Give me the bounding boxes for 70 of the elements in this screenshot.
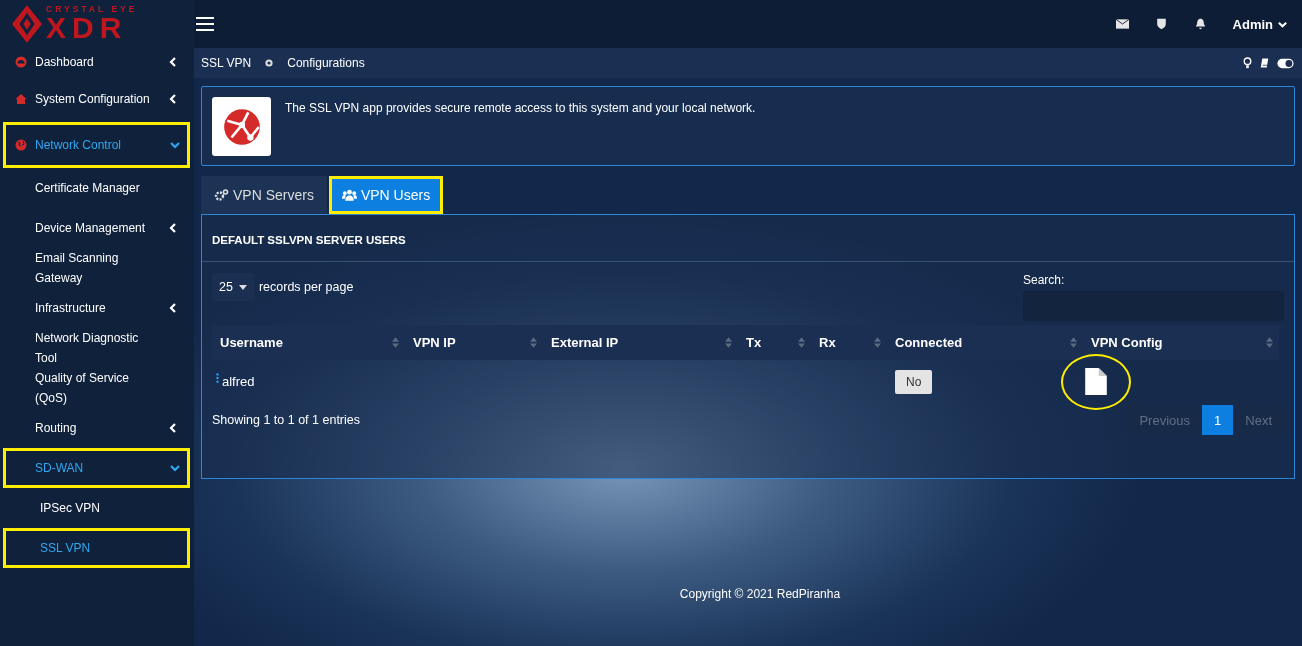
sort-icon [725,337,732,348]
sidebar-item[interactable]: Certificate Manager [3,168,190,208]
column-header[interactable]: Tx [738,325,811,360]
chevron-left-icon [167,93,179,105]
chevron-left-icon [167,422,179,434]
chevron-left-icon [167,302,179,314]
envelope-icon[interactable] [1115,18,1129,30]
page-length-label: records per page [258,280,354,294]
column-header[interactable]: External IP [543,325,738,360]
sidebar-item[interactable]: Routing [3,408,190,448]
sort-icon [530,337,537,348]
logo-icon [12,5,42,43]
sort-icon [798,337,805,348]
sidebar-item[interactable]: IPSec VPN [3,488,190,528]
sort-icon [1070,337,1077,348]
dots-icon[interactable] [216,373,219,384]
chevron-down-icon [169,462,181,474]
search-label: Search: [1023,273,1066,287]
sidebar-item[interactable]: Infrastructure [3,288,190,328]
sidebar-item[interactable]: System Configuration [3,76,190,122]
column-header[interactable]: VPN IP [405,325,543,360]
sidebar-item[interactable]: SD-WAN [3,448,190,488]
shield-icon[interactable] [1154,18,1168,30]
caret-icon [238,284,247,290]
sort-icon [874,337,881,348]
panel-title: DEFAULT SSLVPN SERVER USERS [202,215,1294,262]
column-header[interactable]: Username [212,325,405,360]
book-icon[interactable] [1260,57,1269,69]
table-cell: alfred [222,374,255,389]
bell-icon[interactable] [1193,18,1207,30]
tab[interactable]: VPN Users [328,176,444,214]
file-icon [1085,368,1107,395]
users-icon [341,189,357,201]
sort-icon [1266,337,1273,348]
breadcrumb-item: Configurations [287,56,365,70]
sidebar-item[interactable]: Network Diagnostic Tool [3,328,190,368]
copyright-text: Copyright © 2021 RedPiranha [678,587,842,601]
circle-arrow-icon [265,59,274,67]
sort-icon [392,337,399,348]
download-config-button[interactable] [1061,353,1131,410]
lightbulb-icon[interactable] [1243,57,1252,69]
chevron-left-icon [167,56,179,68]
brand-tagline: CRYSTAL EYE [46,4,138,14]
toggle-icon[interactable] [1277,57,1294,69]
chevron-left-icon [167,222,179,234]
brand-name: XDR [46,13,128,44]
sidebar-item[interactable]: Device Management [3,208,190,248]
globe-icon [15,139,27,151]
column-header[interactable]: Connected [887,325,1083,360]
user-menu[interactable]: Admin [1232,16,1288,32]
page-length-select[interactable]: 25 [212,273,254,301]
column-header[interactable]: VPN Config [1083,325,1279,360]
pagination-button[interactable]: 1 [1202,405,1234,435]
sidebar-item[interactable]: Quality of Service (QoS) [3,368,190,408]
app-icon [212,97,271,156]
sidebar-item[interactable]: Network Control [3,122,190,168]
sidebar-item[interactable]: SSL VPN [3,528,190,568]
tab[interactable]: VPN Servers [201,176,327,214]
gears-icon [214,189,229,201]
chevron-down-icon [169,139,181,151]
menu-icon[interactable] [196,17,214,31]
sidebar-item[interactable]: Email Scanning Gateway [3,248,190,288]
entries-info: Showing 1 to 1 of 1 entries [212,413,360,427]
home-icon [15,93,27,105]
column-header[interactable]: Rx [811,325,887,360]
gauge-icon [15,56,27,68]
sidebar-item[interactable]: Dashboard [3,48,190,76]
breadcrumb-item[interactable]: SSL VPN [201,56,252,70]
description-text: The SSL VPN app provides secure remote access to this system and your local network. [285,101,756,117]
status-badge: No [895,369,933,394]
